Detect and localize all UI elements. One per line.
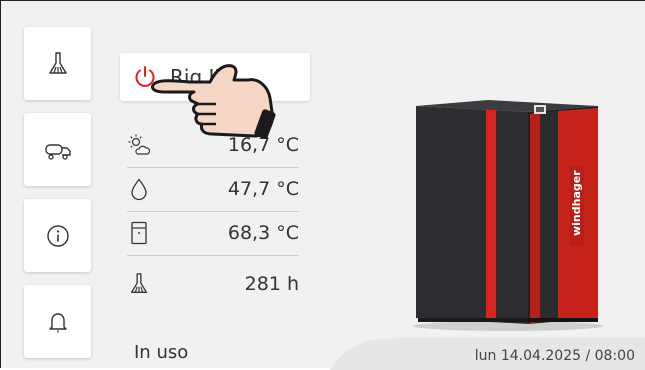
tanker-truck-icon xyxy=(44,143,71,160)
divider xyxy=(127,167,299,168)
broom-icon xyxy=(48,51,67,74)
boiler-icon xyxy=(131,221,147,245)
divider xyxy=(127,211,299,212)
sidebar-item-cleaning[interactable] xyxy=(24,27,91,100)
sun-cloud-icon xyxy=(128,134,151,155)
broom-icon xyxy=(130,273,148,293)
sidebar-item-fuel-delivery[interactable] xyxy=(24,113,91,186)
operating-hours-value: 281 h xyxy=(244,273,299,295)
pointer-hand-icon xyxy=(151,64,276,139)
operating-hours-row: 281 h xyxy=(127,264,299,304)
sidebar-item-info[interactable] xyxy=(24,199,91,272)
water-temperature-row: 47,7 °C xyxy=(127,169,299,209)
water-temperature-value: 47,7 °C xyxy=(227,178,299,200)
divider xyxy=(127,255,299,256)
brand-logo-text: windhager xyxy=(570,170,583,236)
boiler-temperature-value: 68,3 °C xyxy=(227,222,299,244)
sidebar-item-notifications[interactable] xyxy=(24,285,91,358)
bell-icon xyxy=(48,312,67,332)
boiler-temperature-row: 68,3 °C xyxy=(127,213,299,253)
drop-icon xyxy=(131,178,147,201)
datetime: lun 14.04.2025 / 08:00 xyxy=(474,348,635,364)
boiler-image: windhager xyxy=(413,100,603,331)
info-icon xyxy=(46,224,69,247)
status-text: In uso xyxy=(134,342,189,363)
